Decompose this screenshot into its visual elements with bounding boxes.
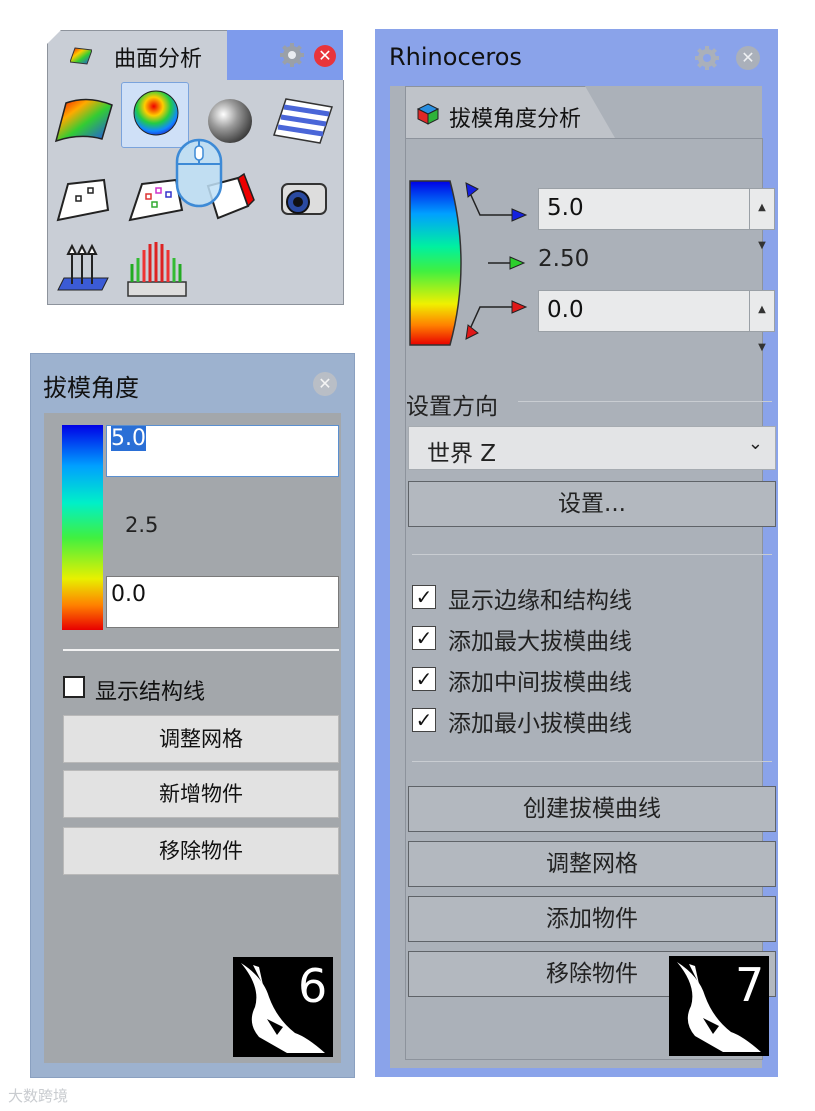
- rhino-logo: 6: [233, 957, 333, 1057]
- color-legend-bar: [409, 180, 528, 346]
- add-min-curve-checkbox[interactable]: ✓: [412, 708, 436, 732]
- min-angle-value: 0.0: [111, 582, 146, 607]
- direction-select-value: 世界 Z: [427, 441, 497, 467]
- thickness-analysis-icon: [127, 242, 187, 297]
- color-legend-bar: [62, 425, 103, 630]
- close-icon[interactable]: ✕: [313, 372, 337, 396]
- min-angle-stepper[interactable]: ▲ ▼: [749, 291, 774, 353]
- normal-direction-button[interactable]: [52, 238, 118, 302]
- draft-angle-panel-rhino7: Rhinoceros ✕ 拔模角度分析 5.0 ▲ ▼ 2.50 0.0 ▲ ▼…: [375, 29, 778, 1077]
- panel-title: Rhinoceros: [389, 43, 522, 71]
- tab-surface-analysis[interactable]: 曲面分析: [47, 30, 229, 81]
- divider: [518, 401, 772, 402]
- panel-body: 拔模角度分析 5.0 ▲ ▼ 2.50 0.0 ▲ ▼ 设置方向 世界 Z ⌄ …: [390, 86, 776, 1068]
- direction-select[interactable]: 世界 Z ⌄: [408, 426, 776, 470]
- zebra-stripes-button[interactable]: [270, 89, 336, 153]
- mid-angle-value: 2.5: [125, 513, 159, 537]
- adjust-mesh-button[interactable]: 调整网格: [408, 841, 776, 887]
- rhino-version: 6: [298, 959, 328, 1013]
- set-direction-button[interactable]: 设置...: [408, 481, 776, 527]
- show-structure-label: 显示结构线: [95, 680, 206, 705]
- zebra-surface-icon: [54, 98, 113, 143]
- watermark: 大数跨境: [8, 1085, 68, 1106]
- max-angle-value: 5.0: [111, 426, 146, 451]
- max-angle-stepper[interactable]: ▲ ▼: [749, 189, 774, 251]
- divider: [412, 554, 772, 555]
- divider: [63, 649, 339, 651]
- add-max-curve-checkbox[interactable]: ✓: [412, 626, 436, 650]
- panel-title: 拔模角度: [43, 374, 139, 402]
- divider: [412, 761, 772, 762]
- min-angle-value: 0.0: [547, 297, 584, 323]
- tab-content: 5.0 ▲ ▼ 2.50 0.0 ▲ ▼ 设置方向 世界 Z ⌄ 设置... ✓ 显…: [405, 138, 776, 1060]
- show-edges-checkbox[interactable]: ✓: [412, 585, 436, 609]
- direction-section-label: 设置方向: [406, 394, 498, 420]
- surface-analysis-toolbar: 曲面分析 ✕: [47, 30, 344, 305]
- gear-icon[interactable]: [279, 42, 305, 68]
- max-angle-input[interactable]: 5.0: [106, 425, 339, 477]
- mid-angle-value: 2.50: [538, 246, 590, 272]
- max-angle-value: 5.0: [547, 195, 584, 221]
- show-structure-checkbox[interactable]: [63, 676, 85, 698]
- zebra-surface-icon: [70, 47, 92, 65]
- close-icon[interactable]: ✕: [736, 46, 760, 70]
- normal-direction-icon: [57, 243, 109, 291]
- add-object-button[interactable]: 新增物件: [63, 770, 339, 818]
- mouse-cursor-icon: [175, 138, 223, 208]
- toolbar-tab-label: 曲面分析: [114, 47, 203, 72]
- gear-icon[interactable]: [694, 45, 720, 71]
- add-mid-curve-label: 添加中间拔模曲线: [448, 670, 632, 696]
- add-object-button[interactable]: 添加物件: [408, 896, 776, 942]
- min-angle-input[interactable]: 0.0 ▲ ▼: [538, 290, 775, 353]
- chevron-down-icon: ⌄: [747, 433, 763, 454]
- watermark-text: 大数跨境: [8, 1087, 69, 1105]
- camera-button[interactable]: [270, 166, 336, 230]
- create-draft-curve-button[interactable]: 创建拔模曲线: [408, 786, 776, 832]
- camera-icon: [281, 183, 327, 215]
- show-edges-label: 显示边缘和结构线: [448, 588, 632, 614]
- draft-angle-panel-rhino6: 拔模角度 ✕ 5.0 2.5 0.0 显示结构线 调整网格 新增物件 移除物件 …: [30, 353, 355, 1078]
- toolbar-header: ✕: [227, 30, 343, 80]
- max-angle-input[interactable]: 5.0 ▲ ▼: [538, 188, 775, 251]
- min-angle-input[interactable]: 0.0: [106, 576, 339, 628]
- point-deviation-icon: [56, 178, 110, 222]
- close-icon[interactable]: ✕: [314, 45, 336, 67]
- rhino-version: 7: [735, 958, 765, 1012]
- panel-body: 5.0 2.5 0.0 显示结构线 调整网格 新增物件 移除物件 6: [44, 413, 341, 1063]
- thickness-analysis-button[interactable]: [124, 232, 190, 297]
- zebra-surface-button[interactable]: [52, 89, 118, 153]
- draft-angle-cube-icon: [416, 103, 440, 125]
- add-min-curve-label: 添加最小拔模曲线: [448, 711, 632, 737]
- rhino-logo: 7: [669, 956, 769, 1056]
- add-max-curve-label: 添加最大拔模曲线: [448, 629, 632, 655]
- adjust-mesh-button[interactable]: 调整网格: [63, 715, 339, 763]
- add-mid-curve-checkbox[interactable]: ✓: [412, 667, 436, 691]
- tab-draft-angle-analysis[interactable]: 拔模角度分析: [405, 86, 615, 138]
- zebra-stripes-icon: [273, 98, 333, 144]
- point-deviation-button[interactable]: [52, 166, 118, 230]
- tab-label: 拔模角度分析: [449, 107, 582, 132]
- remove-object-button[interactable]: 移除物件: [63, 827, 339, 875]
